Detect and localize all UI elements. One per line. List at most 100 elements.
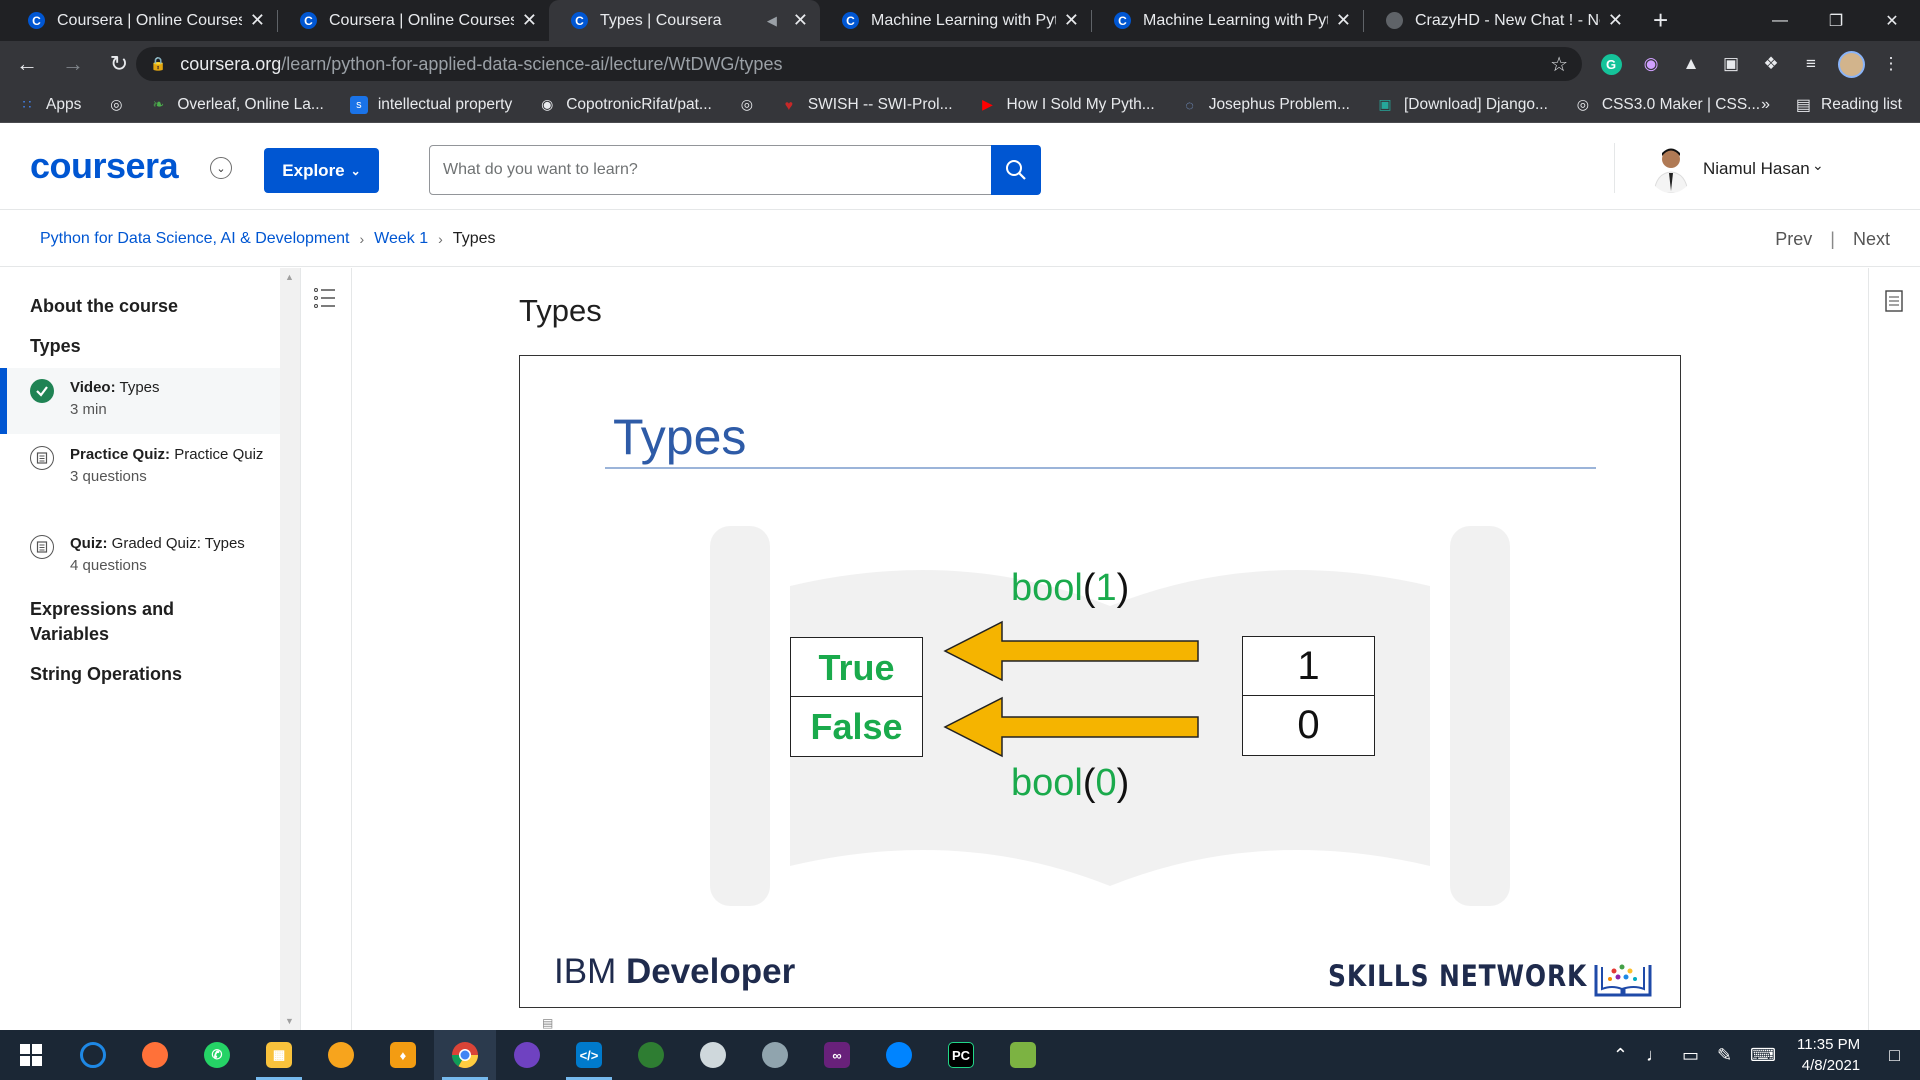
restore-button[interactable]: ❐ xyxy=(1808,0,1864,41)
close-window-button[interactable]: ✕ xyxy=(1864,0,1920,41)
nav-divider: | xyxy=(1830,229,1835,249)
profile-avatar[interactable] xyxy=(1836,49,1866,79)
browser-tab[interactable]: C Machine Learning with Pytho ✕ xyxy=(1092,0,1363,41)
sidebar-about-link[interactable]: About the course xyxy=(30,294,178,319)
back-button[interactable]: ← xyxy=(8,51,46,77)
bookmark-item[interactable]: ❧ Overleaf, Online La... xyxy=(149,96,323,114)
messenger-icon[interactable] xyxy=(868,1030,930,1080)
pen-icon[interactable]: ✎ xyxy=(1717,1045,1732,1066)
sidebar-section-strings[interactable]: String Operations xyxy=(30,662,182,687)
volume-icon[interactable]: ♩ xyxy=(1646,1045,1664,1066)
tab-close-icon[interactable]: ✕ xyxy=(1608,10,1623,31)
new-tab-button[interactable]: + xyxy=(1653,5,1668,36)
bookmark-item[interactable]: ◎ xyxy=(107,96,135,114)
notifications-icon[interactable]: □ xyxy=(1889,1045,1900,1066)
file-explorer-icon[interactable]: ▦ xyxy=(248,1030,310,1080)
satellite-app-icon[interactable] xyxy=(744,1030,806,1080)
tab-audio-muted-icon[interactable]: ◀ xyxy=(767,13,777,29)
reload-button[interactable]: ↻ xyxy=(100,51,138,77)
tab-close-icon[interactable]: ✕ xyxy=(793,10,808,31)
tab-close-icon[interactable]: ✕ xyxy=(1064,10,1079,31)
search-input[interactable] xyxy=(429,145,992,195)
start-button[interactable] xyxy=(0,1030,62,1080)
scroll-up-arrow-icon[interactable]: ▲ xyxy=(285,272,294,282)
video-player[interactable]: Types bool(1) True False 1 0 bool(0) IBM… xyxy=(519,355,1681,1008)
sidebar-item-video-types[interactable]: Video: Types 3 min xyxy=(0,368,280,434)
system-clock[interactable]: 11:35 PM 4/8/2021 xyxy=(1797,1034,1860,1076)
taskbar-search-app-icon[interactable] xyxy=(62,1030,124,1080)
bookmark-item[interactable]: ◉ CopotronicRifat/pat... xyxy=(538,96,712,114)
github-desktop-icon[interactable] xyxy=(496,1030,558,1080)
tab-close-icon[interactable]: ✕ xyxy=(1336,10,1351,31)
prev-button[interactable]: Prev xyxy=(1775,229,1812,250)
item-name: Graded Quiz: Types xyxy=(111,535,245,552)
forward-button[interactable]: → xyxy=(54,51,92,77)
chart-app-icon[interactable] xyxy=(992,1030,1054,1080)
globe-icon: ◎ xyxy=(110,96,123,112)
search-button[interactable] xyxy=(991,145,1041,195)
bookmark-item[interactable]: ▶ How I Sold My Pyth... xyxy=(979,96,1155,114)
tab-close-icon[interactable]: ✕ xyxy=(522,10,537,31)
tray-overflow-chevron-icon[interactable]: ⌃ xyxy=(1613,1045,1628,1066)
address-bar[interactable]: 🔒 coursera.org/learn/python-for-applied-… xyxy=(136,47,1582,81)
media-control-icon[interactable]: ≡ xyxy=(1796,49,1826,79)
sketch-app-icon[interactable]: ♦ xyxy=(372,1030,434,1080)
grammarly-extension-icon[interactable]: G xyxy=(1596,49,1626,79)
user-avatar[interactable] xyxy=(1648,143,1694,193)
firefox-icon[interactable] xyxy=(124,1030,186,1080)
lock-icon[interactable]: 🔒 xyxy=(150,56,166,72)
keyboard-icon[interactable]: ⌨ xyxy=(1750,1045,1776,1066)
bookmark-item[interactable]: ♥ SWISH -- SWI-Prol... xyxy=(780,96,953,114)
bookmark-star-icon[interactable]: ☆ xyxy=(1550,52,1568,77)
globe-app-icon[interactable] xyxy=(620,1030,682,1080)
notes-icon[interactable] xyxy=(1885,290,1903,317)
browser-tab[interactable]: C Coursera | Online Courses & ✕ xyxy=(6,0,277,41)
chrome-icon[interactable] xyxy=(434,1030,496,1080)
coursera-logo[interactable]: coursera xyxy=(30,145,179,187)
coursera-icon: C xyxy=(571,12,588,29)
sidebar-scrollbar[interactable]: ▲ ▼ xyxy=(280,268,300,1030)
browser-tab[interactable]: C Types | Coursera ◀ ✕ xyxy=(549,0,820,41)
breadcrumb-course-link[interactable]: Python for Data Science, AI & Developmen… xyxy=(40,230,350,248)
user-menu-chevron-icon[interactable]: ⌄ xyxy=(1812,157,1824,174)
reading-list-button[interactable]: ▤ Reading list xyxy=(1796,95,1902,115)
menu-kebab-icon[interactable]: ⋮ xyxy=(1876,49,1906,79)
completed-check-icon xyxy=(30,379,54,403)
camera-extension-icon[interactable]: ▣ xyxy=(1716,49,1746,79)
browser-tab[interactable]: C Machine Learning with Pytho ✕ xyxy=(820,0,1091,41)
browser-tab[interactable]: C Coursera | Online Courses & ✕ xyxy=(278,0,549,41)
breadcrumb-week-link[interactable]: Week 1 xyxy=(374,230,428,248)
pycharm-icon[interactable]: PC xyxy=(930,1030,992,1080)
overleaf-icon: ❧ xyxy=(152,96,165,112)
puzzle-extensions-icon[interactable]: ❖ xyxy=(1756,49,1786,79)
bookmark-item[interactable]: s intellectual property xyxy=(349,95,512,114)
battery-icon[interactable]: ▭ xyxy=(1682,1045,1699,1066)
download-extension-icon[interactable]: ▲ xyxy=(1676,49,1706,79)
next-button[interactable]: Next xyxy=(1853,229,1890,250)
more-bookmarks-button[interactable]: » xyxy=(1761,96,1770,114)
bookmark-item[interactable]: ∷ Apps xyxy=(18,96,82,114)
brain-app-icon[interactable] xyxy=(682,1030,744,1080)
vpn-extension-icon[interactable]: ◉ xyxy=(1636,49,1666,79)
logo-dropdown-chevron-icon[interactable]: ⌄ xyxy=(210,157,232,179)
browser-tab[interactable]: CrazyHD - New Chat ! - New ✕ xyxy=(1364,0,1635,41)
explore-button[interactable]: Explore ⌄ xyxy=(264,148,379,193)
sidebar-section-expressions[interactable]: Expressions and Variables xyxy=(30,597,230,647)
item-duration: 3 min xyxy=(70,401,107,418)
bookmark-item[interactable]: ◎ xyxy=(738,96,766,114)
bookmark-item[interactable]: ▣ [Download] Django... xyxy=(1376,96,1548,114)
sidebar-section-types[interactable]: Types xyxy=(30,334,81,359)
toc-list-icon[interactable] xyxy=(313,286,337,315)
bookmark-item[interactable]: ◎ CSS3.0 Maker | CSS... xyxy=(1574,96,1760,114)
whatsapp-icon[interactable]: ✆ xyxy=(186,1030,248,1080)
sidebar-item-practice-quiz[interactable]: Practice Quiz: Practice Quiz 3 questions xyxy=(0,444,280,524)
avast-icon[interactable] xyxy=(310,1030,372,1080)
tab-close-icon[interactable]: ✕ xyxy=(250,10,265,31)
user-name[interactable]: Niamul Hasan xyxy=(1703,159,1810,179)
visual-studio-icon[interactable]: ∞ xyxy=(806,1030,868,1080)
bookmark-item[interactable]: ◌ Josephus Problem... xyxy=(1181,96,1350,114)
minimize-button[interactable]: — xyxy=(1752,0,1808,41)
scroll-down-arrow-icon[interactable]: ▼ xyxy=(285,1016,294,1026)
vscode-icon[interactable]: </> xyxy=(558,1030,620,1080)
sidebar-item-graded-quiz[interactable]: Quiz: Graded Quiz: Types 4 questions xyxy=(0,533,280,583)
